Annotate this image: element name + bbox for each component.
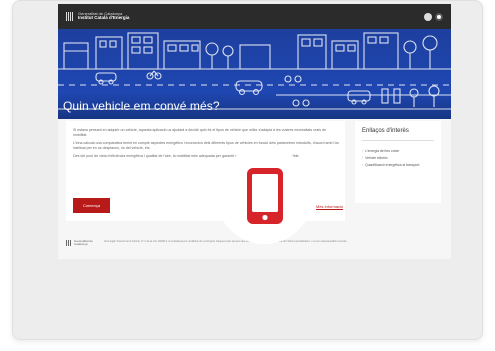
generalitat-mark-icon	[66, 240, 72, 246]
preview-card: Generalitat de Catalunya Institut Català…	[12, 0, 483, 340]
sidebar-title: Enllaços d'interès	[362, 128, 434, 141]
hero-banner: Quin vehicle em convé més?	[58, 29, 451, 119]
more-info-link[interactable]: Més informació	[316, 204, 343, 209]
intro-paragraph: L'eina calcula una comparativa tenint en…	[73, 141, 339, 150]
sidebar-link[interactable]: Quantificació energètica al transport	[362, 163, 432, 168]
intro-paragraph: Si estava pensant en adquirir un vehicle…	[73, 128, 326, 137]
footer-logo[interactable]: Generalitat de Catalunya	[66, 240, 96, 246]
menu-icon[interactable]	[435, 12, 443, 21]
links-sidebar: Enllaços d'interès L'energia del teu cot…	[355, 121, 441, 203]
generalitat-logo[interactable]: Generalitat de Catalunya Institut Català…	[66, 12, 129, 21]
start-button[interactable]: Comença	[73, 198, 110, 213]
top-bar: Generalitat de Catalunya Institut Català…	[58, 4, 451, 29]
sidebar-link[interactable]: Vehicle elèctric	[362, 156, 432, 161]
generalitat-mark-icon	[66, 12, 74, 21]
mobile-badge	[216, 147, 313, 244]
smartphone-icon	[246, 167, 283, 224]
intro-paragraph: Des del punt de vista d'eficiència energ…	[73, 154, 300, 158]
sidebar-link[interactable]: L'energia del teu cotxe	[362, 149, 432, 154]
footer-logo-text: Generalitat de Catalunya	[74, 239, 93, 246]
page-title: Quin vehicle em convé més?	[63, 99, 220, 113]
accessibility-icon[interactable]	[424, 12, 432, 21]
institute-name: Institut Català d'Energia	[78, 15, 130, 21]
